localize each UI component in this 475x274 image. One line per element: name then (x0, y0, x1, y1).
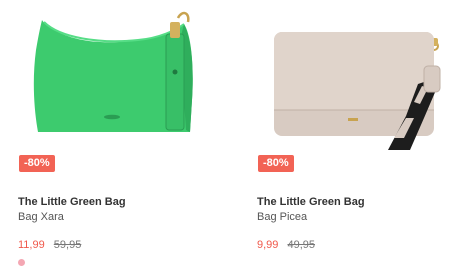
sale-price: 9,99 (257, 239, 279, 251)
price-row: 9,99 49,95 (257, 239, 315, 251)
original-price: 49,95 (287, 239, 316, 251)
product-card[interactable]: -80% The Little Green Bag Bag Xara 11,99… (0, 0, 220, 274)
product-image-green-bag[interactable] (0, 0, 220, 150)
color-swatch-pink[interactable] (18, 259, 25, 266)
product-title[interactable]: The Little Green Bag (257, 196, 365, 208)
product-card[interactable]: -80% The Little Green Bag Bag Picea 9,99… (238, 0, 458, 274)
sale-price: 11,99 (18, 239, 45, 251)
product-subtitle[interactable]: Bag Xara (18, 211, 64, 223)
discount-badge: -80% (258, 155, 294, 172)
product-image-beige-bag[interactable] (238, 0, 458, 150)
price-row: 11,99 59,95 (18, 239, 81, 251)
original-price: 59,95 (53, 239, 82, 251)
discount-badge: -80% (19, 155, 55, 172)
product-subtitle[interactable]: Bag Picea (257, 211, 307, 223)
product-title[interactable]: The Little Green Bag (18, 196, 126, 208)
